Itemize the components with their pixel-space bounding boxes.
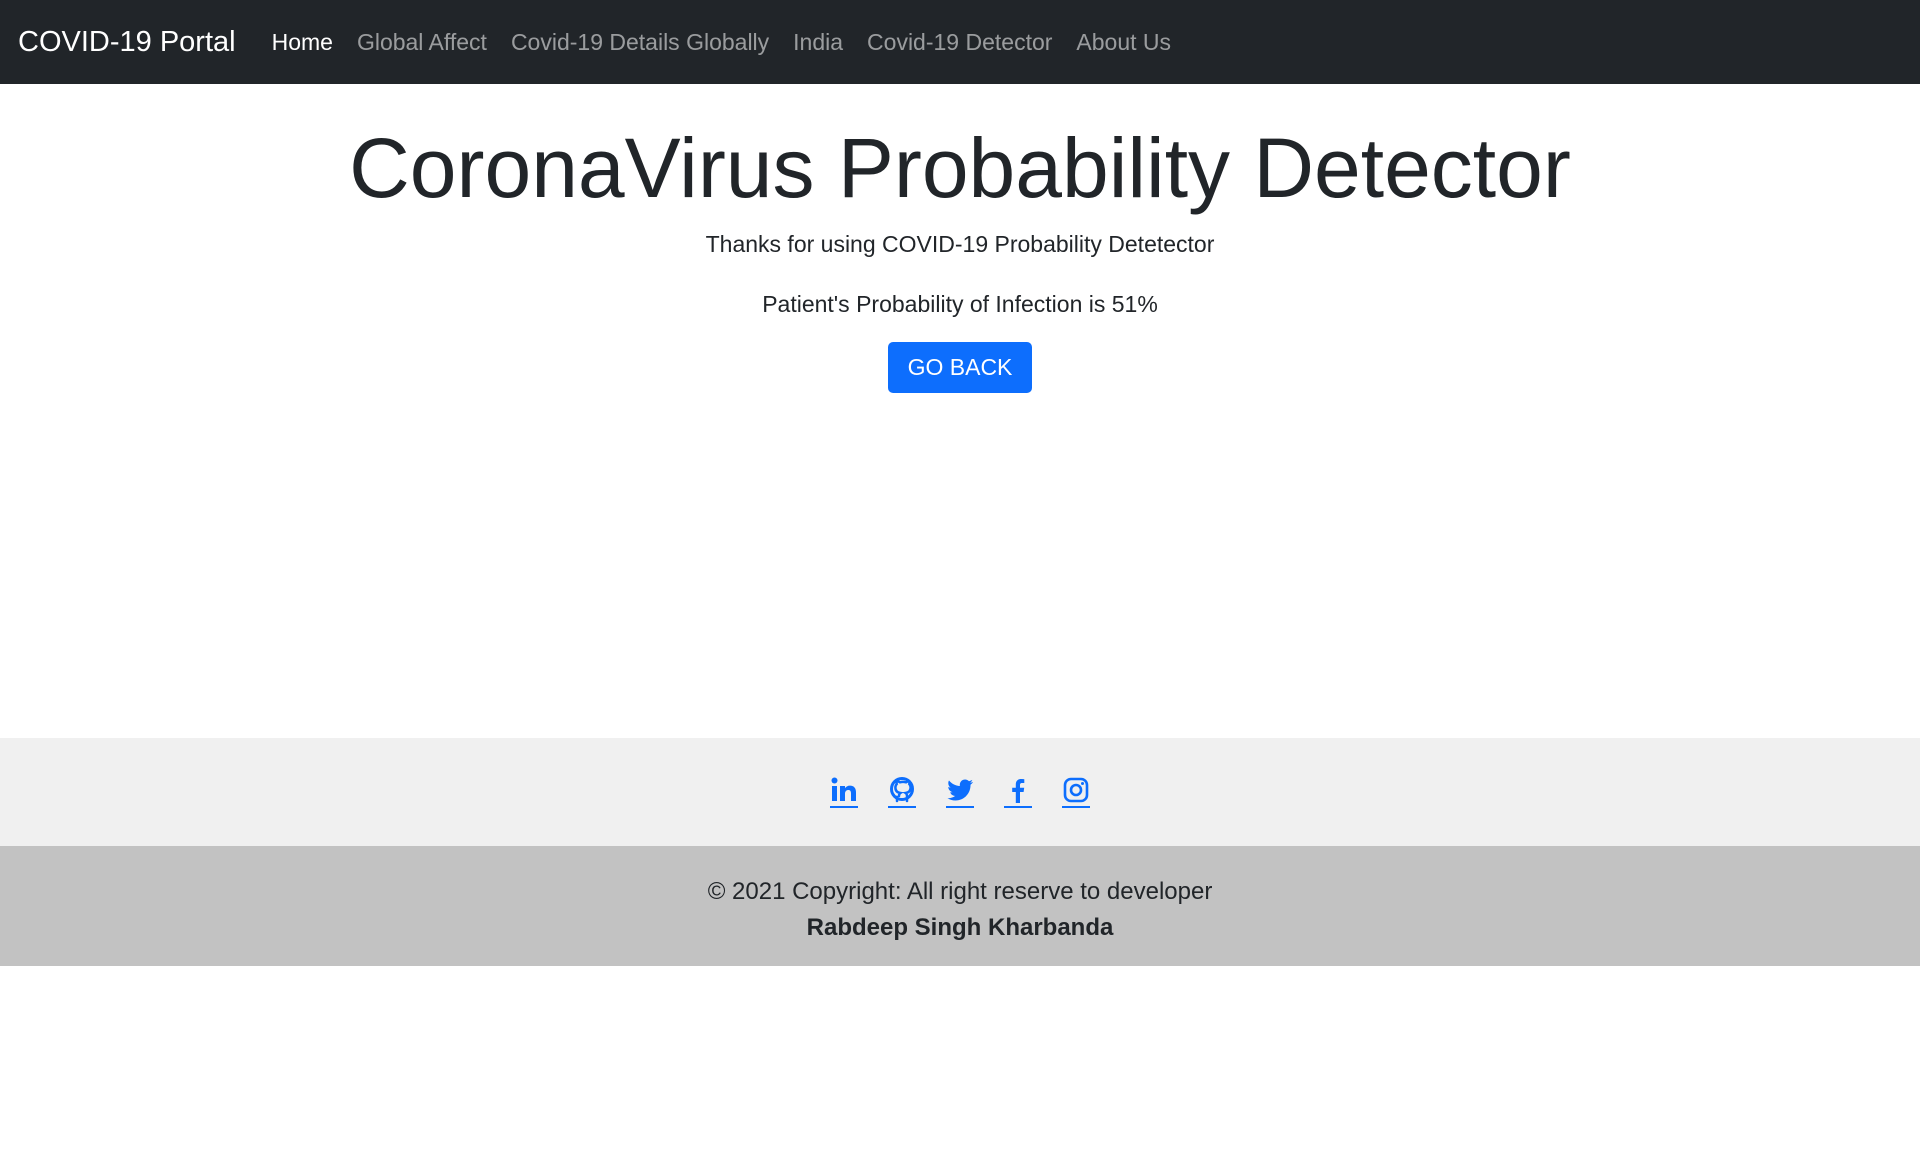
brand-link[interactable]: COVID-19 Portal bbox=[18, 26, 236, 59]
nav-about-us[interactable]: About Us bbox=[1076, 29, 1171, 56]
thanks-text: Thanks for using COVID-19 Probability De… bbox=[705, 231, 1215, 258]
developer-name: Rabdeep Singh Kharbanda bbox=[806, 914, 1114, 941]
nav-india[interactable]: India bbox=[793, 29, 843, 56]
social-links-bar bbox=[0, 738, 1920, 846]
nav-covid-details-globally[interactable]: Covid-19 Details Globally bbox=[511, 29, 769, 56]
go-back-button[interactable]: GO BACK bbox=[887, 342, 1033, 394]
nav-covid-detector[interactable]: Covid-19 Detector bbox=[867, 29, 1052, 56]
nav-home[interactable]: Home bbox=[272, 29, 333, 56]
facebook-icon[interactable] bbox=[1004, 776, 1032, 808]
nav-global-affect[interactable]: Global Affect bbox=[357, 29, 487, 56]
copyright-text: © 2021 Copyright: All right reserve to d… bbox=[707, 878, 1213, 905]
probability-result: Patient's Probability of Infection is 51… bbox=[762, 291, 1158, 318]
linkedin-icon[interactable] bbox=[830, 776, 858, 808]
navbar: COVID-19 Portal Home Global Affect Covid… bbox=[0, 0, 1920, 84]
twitter-icon[interactable] bbox=[946, 776, 974, 808]
copyright-footer: © 2021 Copyright: All right reserve to d… bbox=[0, 846, 1920, 966]
instagram-icon[interactable] bbox=[1062, 776, 1090, 808]
nav-links: Home Global Affect Covid-19 Details Glob… bbox=[272, 29, 1195, 56]
page-title: CoronaVirus Probability Detector bbox=[349, 121, 1571, 215]
github-icon[interactable] bbox=[888, 776, 916, 808]
main-content: CoronaVirus Probability Detector Thanks … bbox=[0, 84, 1920, 738]
